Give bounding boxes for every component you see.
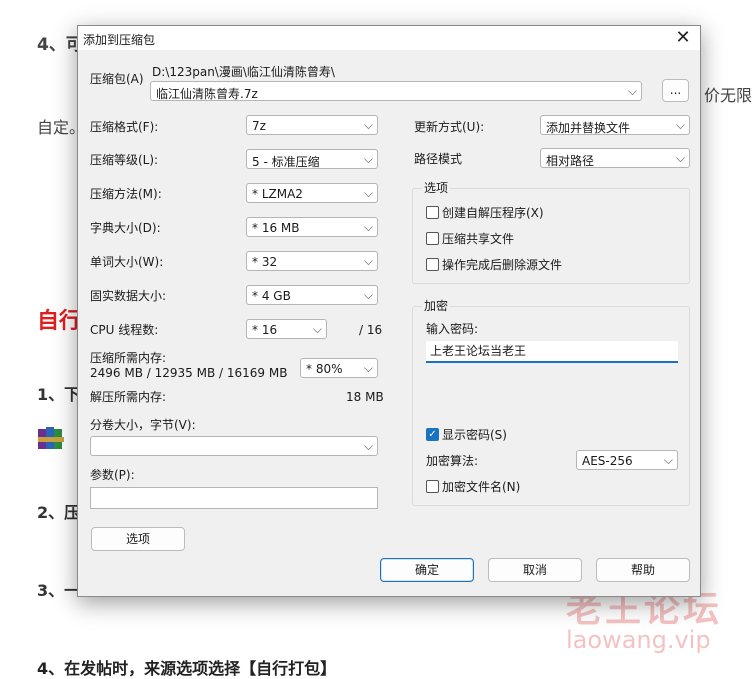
sfx-label[interactable]: 创建自解压程序(X) <box>442 206 544 220</box>
winrar-icon <box>38 425 68 451</box>
method-label: 压缩方法(M): <box>90 187 162 201</box>
archive-filename: 临江仙清陈曾寿.7z <box>156 87 258 101</box>
decomp-label: 解压所需内存: <box>90 390 167 404</box>
threads-select[interactable]: * 16 ⌵ <box>246 319 327 339</box>
chevron-down-icon: ⌵ <box>675 118 685 132</box>
params-input[interactable] <box>90 487 378 509</box>
delete-checkbox[interactable] <box>426 258 439 271</box>
article-text: 价无限 <box>704 86 753 105</box>
dict-label: 字典大小(D): <box>90 221 161 235</box>
mem-pct-value: * 80% <box>306 362 343 376</box>
split-label: 分卷大小，字节(V): <box>90 418 196 432</box>
mem-detail: 2496 MB / 12935 MB / 16169 MB <box>90 366 288 380</box>
add-to-archive-dialog: 添加到压缩包 ✕ 压缩包(A) D:\123pan\漫画\临江仙清陈曾寿\ 临江… <box>77 25 701 597</box>
ok-button[interactable]: 确定 <box>380 558 474 582</box>
enc-method-label: 加密算法: <box>426 454 479 468</box>
word-value: * 32 <box>252 255 278 269</box>
update-label: 更新方式(U): <box>414 120 485 134</box>
solid-label: 固实数据大小: <box>90 289 167 303</box>
threads-label: CPU 线程数: <box>90 323 159 337</box>
chevron-down-icon: ⌵ <box>363 439 373 453</box>
encrypt-names-label[interactable]: 加密文件名(N) <box>442 480 520 494</box>
format-value: 7z <box>252 119 266 133</box>
archive-path: D:\123pan\漫画\临江仙清陈曾寿\ <box>152 65 335 79</box>
encryption-group-title: 加密 <box>422 299 451 313</box>
threads-max: / 16 <box>359 323 383 337</box>
chevron-down-icon: ⌵ <box>363 254 373 268</box>
path-mode-value: 相对路径 <box>546 154 595 168</box>
article-heading: 自行 <box>37 309 82 334</box>
sfx-checkbox[interactable] <box>426 206 439 219</box>
chevron-down-icon: ⌵ <box>363 288 373 302</box>
solid-select[interactable]: * 4 GB ⌵ <box>246 285 378 305</box>
show-password-checkbox[interactable]: ✓ <box>426 428 439 441</box>
options-group-title: 选项 <box>422 181 451 195</box>
word-select[interactable]: * 32 ⌵ <box>246 251 378 271</box>
delete-label[interactable]: 操作完成后删除源文件 <box>442 258 562 272</box>
dialog-titlebar[interactable]: 添加到压缩包 ✕ <box>78 26 700 50</box>
close-icon[interactable]: ✕ <box>672 27 694 49</box>
chevron-down-icon: ⌵ <box>675 151 685 165</box>
cancel-button[interactable]: 取消 <box>488 558 582 582</box>
level-select[interactable]: 5 - 标准压缩 ⌵ <box>246 149 378 169</box>
encrypt-names-checkbox[interactable] <box>426 480 439 493</box>
split-combo[interactable]: ⌵ <box>90 436 378 456</box>
method-select[interactable]: * LZMA2 ⌵ <box>246 183 378 203</box>
chevron-down-icon: ⌵ <box>627 84 637 98</box>
article-text: 4、可 <box>37 35 83 55</box>
chevron-down-icon: ⌵ <box>363 220 373 234</box>
mem-label: 压缩所需内存: <box>90 351 167 365</box>
word-label: 单词大小(W): <box>90 255 164 269</box>
solid-value: * 4 GB <box>252 289 291 303</box>
format-select[interactable]: 7z ⌵ <box>246 115 378 135</box>
archive-label: 压缩包(A) <box>90 72 144 86</box>
password-label: 输入密码: <box>426 322 479 336</box>
level-value: 5 - 标准压缩 <box>252 155 320 169</box>
chevron-down-icon: ⌵ <box>363 186 373 200</box>
chevron-down-icon: ⌵ <box>363 361 373 375</box>
chevron-down-icon: ⌵ <box>363 152 373 166</box>
level-label: 压缩等级(L): <box>90 153 159 167</box>
browse-button[interactable]: ... <box>662 79 689 102</box>
dialog-title: 添加到压缩包 <box>83 33 156 47</box>
dict-select[interactable]: * 16 MB ⌵ <box>246 217 378 237</box>
enc-method-value: AES-256 <box>582 454 633 468</box>
mem-pct-select[interactable]: * 80% ⌵ <box>300 358 378 378</box>
help-button[interactable]: 帮助 <box>596 558 690 582</box>
enc-method-select[interactable]: AES-256 ⌵ <box>576 450 678 470</box>
archive-filename-combo[interactable]: 临江仙清陈曾寿.7z ⌵ <box>150 81 642 101</box>
update-value: 添加并替换文件 <box>546 121 631 135</box>
encryption-group <box>412 306 690 506</box>
chevron-down-icon: ⌵ <box>312 322 322 336</box>
dict-value: * 16 MB <box>252 221 300 235</box>
password-input[interactable]: 上老王论坛当老王 <box>426 341 678 363</box>
path-mode-label: 路径模式 <box>414 152 463 166</box>
password-value: 上老王论坛当老王 <box>430 344 527 358</box>
params-label: 参数(P): <box>90 468 135 482</box>
options-button[interactable]: 选项 <box>91 527 185 551</box>
show-password-label[interactable]: 显示密码(S) <box>442 428 507 442</box>
chevron-down-icon: ⌵ <box>363 118 373 132</box>
shared-checkbox[interactable] <box>426 232 439 245</box>
chevron-down-icon: ⌵ <box>663 453 673 467</box>
format-label: 压缩格式(F): <box>90 120 159 134</box>
path-mode-select[interactable]: 相对路径 ⌵ <box>540 148 690 168</box>
article-text: 4、在发帖时，来源选项选择【自行打包】 <box>37 659 337 678</box>
article-text: 3、一 <box>37 581 81 600</box>
article-text: 1、下 <box>37 385 81 404</box>
method-value: * LZMA2 <box>252 187 303 201</box>
update-select[interactable]: 添加并替换文件 ⌵ <box>540 115 690 135</box>
threads-value: * 16 <box>252 323 278 337</box>
decomp-value: 18 MB <box>346 390 384 404</box>
watermark-url: laowang.vip <box>566 626 711 654</box>
shared-label[interactable]: 压缩共享文件 <box>442 232 514 246</box>
article-text: 2、压 <box>37 503 81 522</box>
